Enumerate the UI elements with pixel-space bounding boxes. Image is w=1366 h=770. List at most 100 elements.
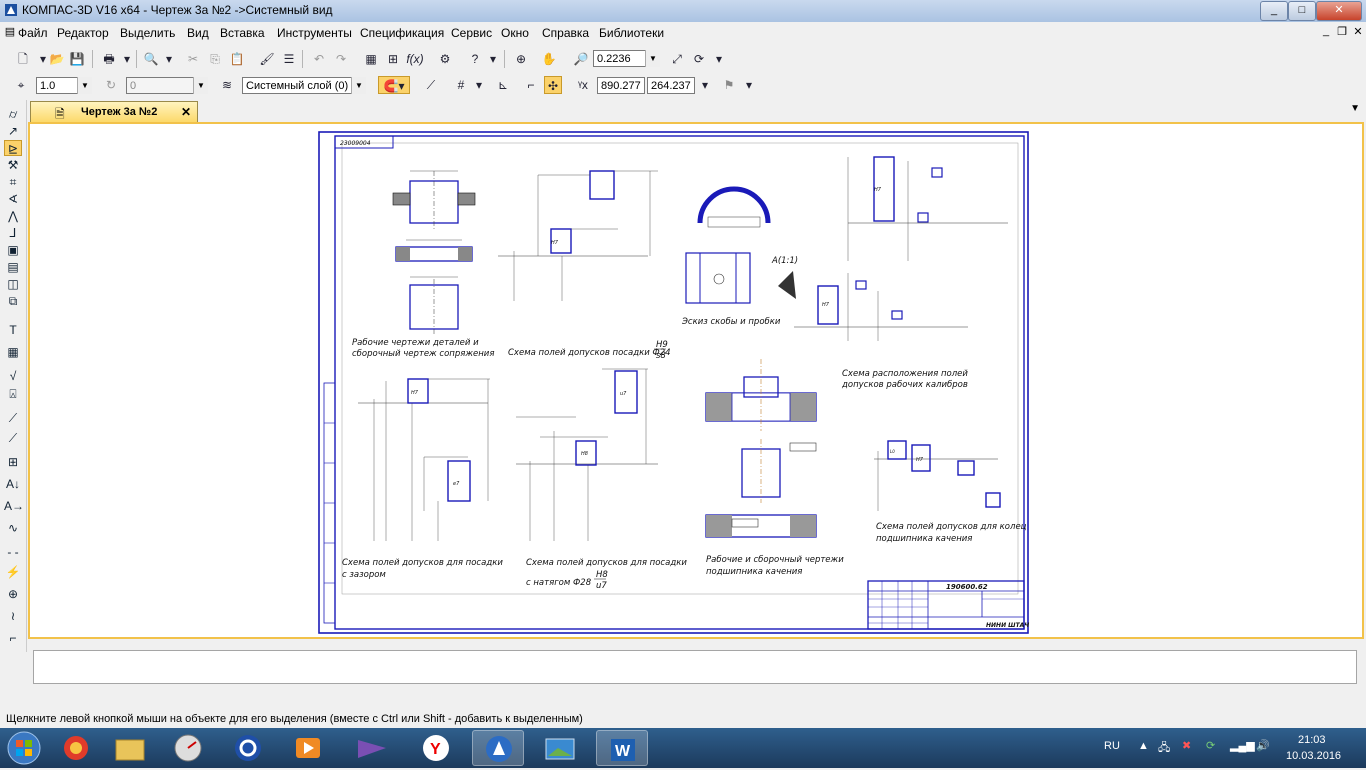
select-icon[interactable]: ⅃ (4, 225, 22, 241)
tab-drawing[interactable]: 🗎 Чертеж 3а №2 ✕ (30, 101, 198, 122)
menu-editor[interactable]: Редактор (57, 26, 109, 40)
tray-network-icon[interactable]: ✖ (1182, 739, 1191, 752)
menu-view[interactable]: Вид (187, 26, 209, 40)
snap-toggle-icon[interactable]: ✣ (544, 76, 562, 94)
taskbar-photo-viewer[interactable] (534, 730, 586, 766)
mdi-close-icon[interactable]: ✕ (1350, 25, 1366, 39)
tabs-list-icon[interactable]: ▼ (1350, 103, 1360, 114)
taskbar-visual-studio[interactable] (346, 730, 398, 766)
base-icon[interactable]: ⍓ (4, 386, 22, 402)
position-icon[interactable]: ⟋ (4, 430, 22, 446)
zoom-icon[interactable]: 🔎 (572, 50, 590, 68)
print-dropdown-icon[interactable]: ▾ (118, 50, 136, 68)
new-document-icon[interactable]: 🗋 (14, 50, 32, 68)
taskbar-browser-q[interactable] (50, 730, 102, 766)
manager-icon[interactable]: ▦ (362, 50, 380, 68)
tray-sync-icon[interactable]: ⟳ (1206, 739, 1215, 752)
pan-icon[interactable]: ✋ (540, 50, 558, 68)
menu-service[interactable]: Сервис (451, 26, 492, 40)
menu-window[interactable]: Окно (501, 26, 529, 40)
function-icon[interactable]: f(x) (406, 50, 424, 68)
language-indicator[interactable]: RU (1104, 740, 1120, 752)
menu-file[interactable]: Файл (18, 26, 48, 40)
cursor-step-dropdown-icon[interactable]: ▼ (77, 77, 92, 94)
geometry-icon[interactable]: ⌭ (4, 106, 22, 122)
round-icon[interactable]: ⌐ (522, 76, 540, 94)
parametrization-icon[interactable]: ∢ (4, 191, 22, 207)
text-icon[interactable]: T (4, 322, 22, 338)
edit-icon[interactable]: ⌗ (4, 174, 22, 190)
properties-panel-content[interactable] (33, 650, 1357, 684)
clock-date[interactable]: 10.03.2016 (1286, 750, 1341, 762)
break-icon[interactable]: ⚡ (4, 564, 22, 580)
tray-signal-icon[interactable]: ▂▄▆ (1230, 739, 1255, 752)
drawing-canvas[interactable]: 23009004 Рабочие чертежи деталей и сборо… (28, 122, 1364, 639)
taskbar-speedometer[interactable] (162, 730, 214, 766)
spline-icon[interactable]: ≀ (4, 608, 22, 624)
menu-libraries[interactable]: Библиотеки (599, 26, 664, 40)
tray-volume-icon[interactable]: 🔊 (1256, 739, 1270, 752)
preview-dropdown-icon[interactable]: ▾ (160, 50, 178, 68)
layer-dropdown-icon[interactable]: ▼ (351, 77, 366, 94)
tray-devices-icon[interactable]: 🖧 (1158, 739, 1170, 758)
layer-select[interactable]: Системный слой (0) (242, 77, 366, 94)
chain-icon[interactable]: ⌐ (4, 630, 22, 646)
symbols-icon[interactable]: ⚒ (4, 157, 22, 173)
reports-icon[interactable]: ◫ (4, 276, 22, 292)
cut-icon[interactable]: ✂ (184, 50, 202, 68)
taskbar-explorer[interactable] (104, 730, 156, 766)
libraries-icon[interactable]: ⚙ (436, 50, 454, 68)
center-mark-icon[interactable]: ⊕ (4, 586, 22, 602)
angle-icon[interactable]: ↻ (102, 76, 120, 94)
help-pointer-icon[interactable]: ? (466, 50, 484, 68)
zoom-dropdown-icon[interactable]: ▼ (645, 50, 660, 67)
coords-more-icon[interactable]: ▾ (696, 76, 714, 94)
coord-y-field[interactable]: 264.237 (647, 77, 695, 94)
axis-icon[interactable]: - - (4, 544, 22, 560)
drawing-sheet[interactable]: 23009004 Рабочие чертежи деталей и сборо… (318, 131, 1030, 635)
rough-icon[interactable]: √ (4, 368, 22, 384)
menu-tools[interactable]: Инструменты (277, 26, 352, 40)
minimize-button[interactable]: _ (1260, 1, 1288, 21)
taskbar-kompas[interactable] (472, 730, 524, 766)
refresh-icon[interactable]: ⟳ (690, 50, 708, 68)
geometry-active-icon[interactable]: ⊵ (4, 140, 22, 156)
preview-icon[interactable]: 🔍 (142, 50, 160, 68)
save-icon[interactable]: 💾 (68, 50, 86, 68)
print-icon[interactable]: 🖶 (100, 50, 118, 68)
local-cs-icon[interactable]: ⊾ (494, 76, 512, 94)
wavy-icon[interactable]: ∿ (4, 520, 22, 536)
taskbar-media-player[interactable] (282, 730, 334, 766)
undo-icon[interactable]: ↶ (310, 50, 328, 68)
redo-icon[interactable]: ↷ (332, 50, 350, 68)
grid-dropdown-icon[interactable]: ▾ (470, 76, 488, 94)
angle-dropdown-icon[interactable]: ▼ (193, 77, 208, 94)
taskbar-ccleaner[interactable] (222, 730, 274, 766)
menu-specification[interactable]: Спецификация (360, 26, 444, 40)
paste-icon[interactable]: 📋 (228, 50, 246, 68)
layer-icon[interactable]: ≋ (218, 76, 236, 94)
clock-time[interactable]: 21:03 (1298, 734, 1326, 746)
start-button-icon[interactable] (4, 729, 44, 767)
fit-all-icon[interactable]: ⤢ (668, 50, 686, 68)
menu-insert[interactable]: Вставка (220, 26, 265, 40)
toolbar-more-icon[interactable]: ▾ (710, 50, 728, 68)
variables-icon[interactable]: ⊞ (384, 50, 402, 68)
step-cursor-icon[interactable]: ⌖ (12, 76, 30, 94)
menu-select[interactable]: Выделить (120, 26, 175, 40)
view-arrow-icon[interactable]: A→ (4, 498, 24, 514)
table-icon[interactable]: ▦ (4, 344, 22, 360)
snap-magnet-icon[interactable]: 🧲▾ (378, 76, 410, 94)
tray-expand-icon[interactable]: ▲ (1138, 740, 1149, 752)
view-params-dropdown-icon[interactable]: ▾ (740, 76, 758, 94)
associative-views-icon[interactable]: ▣ (4, 242, 22, 258)
menu-help[interactable]: Справка (542, 26, 589, 40)
mdi-minimize-icon[interactable]: _ (1318, 25, 1334, 39)
format-brush-icon[interactable]: 🖌 (258, 50, 276, 68)
close-button[interactable]: ✕ (1316, 1, 1362, 21)
open-folder-icon[interactable]: 📂 (48, 50, 66, 68)
view-params-icon[interactable]: ⚑ (720, 76, 738, 94)
ortho-icon[interactable]: ⟋ (422, 76, 440, 94)
dimensions-icon[interactable]: ↗ (4, 123, 22, 139)
taskbar-yandex[interactable]: Y (410, 730, 462, 766)
